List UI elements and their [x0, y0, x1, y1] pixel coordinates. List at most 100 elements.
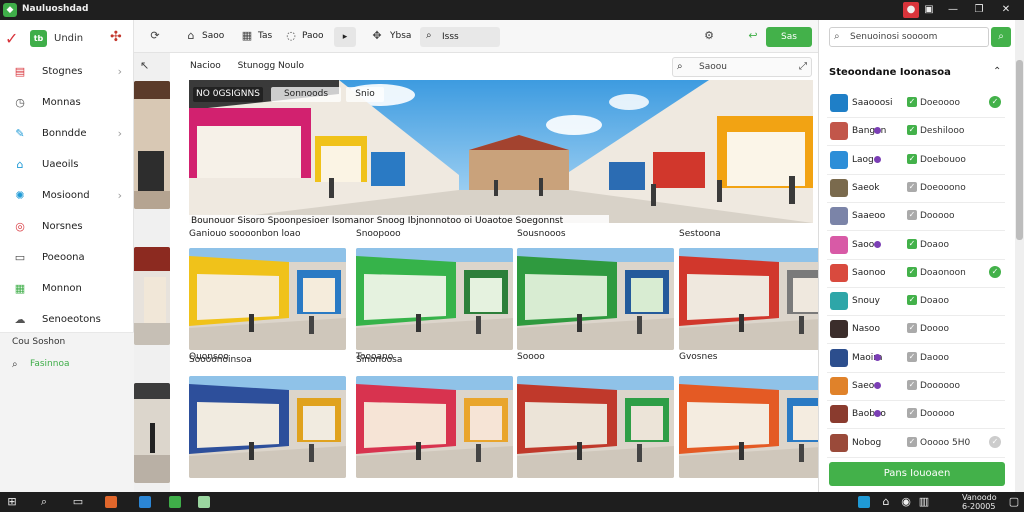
- pin-icon[interactable]: ✣: [110, 29, 122, 45]
- content-search[interactable]: ⌕ Saoou ⤢: [672, 57, 812, 77]
- tray-clock[interactable]: Vanoodo: [962, 493, 997, 502]
- store-card-image[interactable]: [356, 248, 513, 350]
- strip-image-3[interactable]: [134, 383, 170, 483]
- sidebar-item[interactable]: ◎ Norsnes: [0, 213, 134, 243]
- sidebar-item[interactable]: ◷ Monnas: [0, 89, 134, 119]
- tray-app-icon[interactable]: [858, 496, 870, 508]
- panel-list-item[interactable]: Laoge ✓ Doebouoo: [827, 147, 1005, 175]
- back-icon[interactable]: ↖: [140, 59, 149, 72]
- panel-list-item[interactable]: Snouy ✓ Doaoo: [827, 288, 1005, 317]
- panel-search-go-button[interactable]: ⌕: [991, 27, 1011, 47]
- app-icon-blue[interactable]: [139, 496, 151, 508]
- breadcrumb-item[interactable]: Nacioo: [190, 61, 221, 71]
- tablet-icon[interactable]: ▣: [921, 2, 937, 18]
- battery-icon[interactable]: ▥: [918, 496, 930, 508]
- reply-icon[interactable]: ↩: [746, 29, 760, 43]
- restore-button[interactable]: ❐: [971, 2, 987, 18]
- chevron-right-icon[interactable]: ›: [118, 65, 122, 78]
- sidebar-item[interactable]: ✺ Mosioond ›: [0, 182, 134, 212]
- check-icon[interactable]: ✓: [907, 153, 917, 164]
- hero-image[interactable]: NO 0GSIGNNS Sonnoods Snio: [189, 80, 813, 223]
- close-button[interactable]: ✕: [998, 2, 1014, 18]
- network-icon[interactable]: ⌂: [880, 496, 892, 508]
- hero-tag[interactable]: Snio: [346, 87, 384, 102]
- check-icon[interactable]: ✓: [907, 210, 917, 221]
- breadcrumb-item[interactable]: Stunogg Noulo: [238, 61, 304, 71]
- sidebar-item[interactable]: ▤ Stognes ›: [0, 58, 134, 88]
- sidebar-item[interactable]: ✎ Bonndde ›: [0, 120, 134, 150]
- panel-primary-button[interactable]: Pans Iouoaen: [829, 462, 1005, 486]
- toolbar-item-2-label[interactable]: Paoo: [302, 31, 324, 41]
- hero-tag[interactable]: NO 0GSIGNNS: [193, 87, 263, 102]
- toolbar-item-0-icon[interactable]: ⌂: [184, 29, 198, 43]
- panel-list-item[interactable]: Bangan ✓ Deshilooo: [827, 118, 1005, 147]
- refresh-icon[interactable]: ⟳: [148, 29, 162, 43]
- task-view-icon[interactable]: ▭: [72, 496, 84, 508]
- check-icon[interactable]: ✓: [907, 125, 917, 136]
- app-icon-light[interactable]: [198, 496, 210, 508]
- sidebar-item[interactable]: ⌂ Uaeoils: [0, 151, 134, 181]
- panel-list-item[interactable]: Nasoo ✓ Doooo: [827, 316, 1005, 345]
- logo-icon[interactable]: ✓: [5, 30, 23, 48]
- action-button[interactable]: Sas: [766, 27, 812, 47]
- check-icon[interactable]: ✓: [907, 97, 917, 107]
- check-icon[interactable]: ✓: [907, 266, 917, 277]
- app-icon-green[interactable]: [169, 496, 181, 508]
- minimize-button[interactable]: —: [945, 2, 961, 18]
- play-button[interactable]: ▸: [334, 27, 356, 47]
- panel-list-item[interactable]: Baoboo ✓ Dooooo: [827, 401, 1005, 430]
- check-icon[interactable]: ✓: [907, 238, 917, 249]
- strip-image-2[interactable]: [134, 247, 170, 345]
- toolbar-item-3-label[interactable]: Ybsa: [390, 31, 411, 41]
- toolbar-item-1-icon[interactable]: ▦: [240, 29, 254, 43]
- panel-list-item[interactable]: Saaeoo ✓ Dooooo: [827, 203, 1005, 232]
- store-card-image[interactable]: [189, 376, 346, 478]
- store-card-image[interactable]: [356, 376, 513, 478]
- chevron-right-icon[interactable]: ›: [118, 127, 122, 140]
- store-card-image[interactable]: [679, 376, 836, 478]
- check-icon[interactable]: ✓: [907, 323, 917, 334]
- store-card-image[interactable]: [517, 248, 674, 350]
- sidebar-item[interactable]: ▭ Poeoona: [0, 244, 134, 274]
- toolbar-item-0-label[interactable]: Saoo: [202, 31, 224, 41]
- chevron-up-icon[interactable]: ⌃: [993, 66, 1001, 77]
- check-icon[interactable]: ✓: [907, 408, 917, 419]
- panel-list-item[interactable]: Maoira ✓ Daooo: [827, 345, 1005, 373]
- check-icon[interactable]: ✓: [907, 181, 917, 192]
- tray-date[interactable]: 6-20005: [962, 502, 995, 511]
- toolbar-search[interactable]: ⌕ Isss: [420, 27, 500, 47]
- toolbar-item-3-icon[interactable]: ✥: [370, 29, 384, 43]
- start-icon[interactable]: ⊞: [6, 496, 18, 508]
- footer-line-2[interactable]: Fasinnoa: [30, 359, 70, 369]
- panel-list-item[interactable]: Saeoo ✓ Doooooo: [827, 373, 1005, 401]
- scrollbar[interactable]: [1015, 20, 1024, 492]
- app-icon-orange[interactable]: [105, 496, 117, 508]
- check-icon[interactable]: ✓: [907, 295, 917, 306]
- hero-tag[interactable]: Sonnoods: [271, 87, 341, 102]
- sidebar-item[interactable]: ▦ Monnon: [0, 275, 134, 305]
- record-icon[interactable]: ●: [903, 2, 919, 18]
- volume-icon[interactable]: ◉: [900, 496, 912, 508]
- check-icon[interactable]: ✓: [907, 351, 917, 362]
- search-icon[interactable]: ⌕: [38, 496, 50, 508]
- scrollbar-thumb[interactable]: [1016, 60, 1023, 240]
- toolbar-item-2-icon[interactable]: ◌: [284, 29, 298, 43]
- panel-list-item[interactable]: Saaooosi ✓ Doeoooo ✓: [827, 90, 1005, 118]
- strip-image-1[interactable]: [134, 81, 170, 209]
- panel-list-item[interactable]: Saonoo ✓ Doaonoon ✓: [827, 260, 1005, 288]
- check-icon[interactable]: ✓: [907, 436, 917, 447]
- panel-list-item[interactable]: Nobog ✓ Ooooo 5H0 ✓: [827, 430, 1005, 458]
- panel-search[interactable]: ⌕ Senuoinosi soooom: [829, 27, 989, 47]
- panel-list-item[interactable]: Saoo ✓ Doaoo: [827, 232, 1005, 260]
- chevron-right-icon[interactable]: ›: [118, 189, 122, 202]
- store-card-image[interactable]: [517, 376, 674, 478]
- store-card-image[interactable]: [679, 248, 836, 350]
- check-icon[interactable]: ✓: [907, 380, 917, 390]
- panel-list-item[interactable]: Saeok ✓ Doeooono: [827, 175, 1005, 203]
- store-card-image[interactable]: [189, 248, 346, 350]
- settings-icon[interactable]: ⚙: [702, 29, 716, 43]
- notifications-icon[interactable]: ▢: [1008, 496, 1020, 508]
- toolbar-item-1-label[interactable]: Tas: [258, 31, 272, 41]
- expand-icon[interactable]: ⤢: [799, 61, 807, 72]
- footer-line-1[interactable]: Cou Soshon: [12, 337, 65, 347]
